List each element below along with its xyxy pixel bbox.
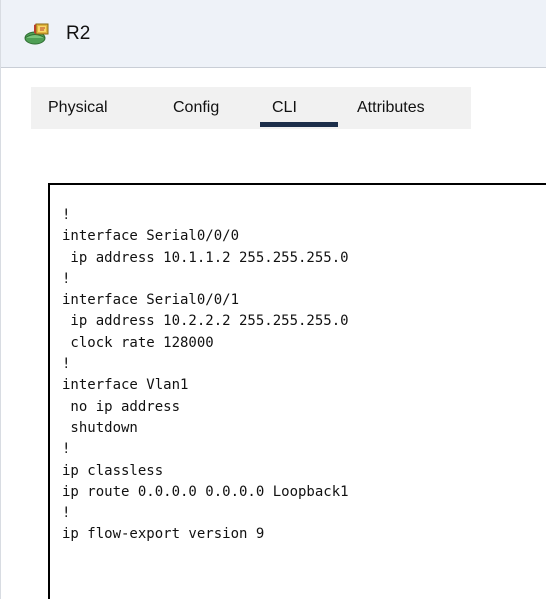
main-content: Physical Config CLI Attributes ! interfac… [1, 68, 546, 599]
router-icon [24, 23, 49, 45]
cli-line: ! [62, 207, 71, 223]
tab-strip: Physical Config CLI Attributes [31, 87, 546, 129]
device-window: R2 Physical Config CLI Attributes ! inter… [0, 0, 546, 599]
cli-line: interface Vlan1 [62, 377, 189, 394]
cli-line: ip address 10.2.2.2 255.255.255.0 [62, 313, 349, 330]
cli-line: clock rate 128000 [62, 334, 214, 351]
cli-line: ip route 0.0.0.0 0.0.0.0 Loopback1 [62, 483, 349, 500]
cli-line: ip flow-export version 9 [62, 526, 265, 543]
window-title: R2 [66, 23, 91, 44]
cli-line: ip address 10.1.1.2 255.255.255.0 [62, 249, 349, 266]
active-tab-indicator [260, 122, 338, 127]
cli-line: interface Serial0/0/1 [62, 292, 240, 309]
title-bar: R2 [1, 0, 546, 68]
cli-line: ! [62, 270, 71, 287]
tab-config[interactable]: Config [173, 87, 219, 129]
cli-line: ip classless [62, 462, 164, 479]
tab-strip-gap [471, 87, 546, 129]
cli-line: interface Serial0/0/0 [62, 228, 240, 245]
cli-line: no ip address [62, 398, 181, 415]
cli-line: ! [62, 505, 71, 522]
cli-line: shutdown [62, 419, 138, 436]
cli-output-panel[interactable]: ! interface Serial0/0/0 ip address 10.1.1… [48, 183, 546, 599]
tab-attributes[interactable]: Attributes [357, 87, 425, 129]
cli-line: ! [62, 441, 71, 458]
tab-physical[interactable]: Physical [48, 87, 108, 129]
cli-output-text: ! interface Serial0/0/0 ip address 10.1.1… [62, 205, 349, 546]
cli-line: ! [62, 356, 71, 373]
